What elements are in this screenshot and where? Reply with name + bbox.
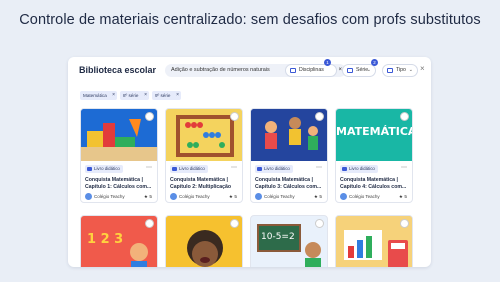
book-card[interactable]: 1 2 3 bbox=[80, 215, 158, 267]
star-icon: ★ bbox=[398, 194, 404, 199]
filter-serie[interactable]: Série ⌄ 2 bbox=[342, 59, 378, 77]
select-radio[interactable] bbox=[315, 219, 324, 228]
chevron-down-icon: ⌄ bbox=[366, 67, 371, 73]
filter-tipo-label: Tipo bbox=[396, 67, 406, 73]
school-name: Colégio Teachy bbox=[179, 194, 210, 199]
type-badge-label: Livro didático bbox=[349, 166, 375, 171]
filter-tag[interactable]: Matemática × bbox=[80, 91, 117, 100]
card-title-line2: Capítulo 1: Cálculos com... bbox=[85, 184, 152, 190]
book-icon bbox=[87, 167, 92, 171]
card-title-line2: Capítulo 2: Multiplicação bbox=[170, 184, 232, 190]
filter-tag[interactable]: 9º série × bbox=[152, 91, 181, 100]
school-logo-icon bbox=[340, 193, 347, 200]
type-badge: Livro didático bbox=[255, 165, 293, 173]
book-cover-image bbox=[251, 109, 327, 161]
type-badge-label: Livro didático bbox=[94, 166, 120, 171]
book-card[interactable]: Livro didático ⋯ Conquista Matemática | … bbox=[80, 108, 158, 203]
type-badge-label: Livro didático bbox=[179, 166, 205, 171]
filter-tag-label: Matemática bbox=[83, 93, 107, 98]
search-chip-label: Adição e subtração de números naturais bbox=[171, 67, 270, 73]
book-card[interactable]: 10-5=2 bbox=[250, 215, 328, 267]
rating-value: 5 bbox=[319, 194, 322, 199]
rating-value: 5 bbox=[234, 194, 237, 199]
rating: ★ 5 bbox=[399, 194, 407, 200]
book-card[interactable] bbox=[165, 215, 243, 267]
select-radio[interactable] bbox=[230, 219, 239, 228]
type-badge-label: Livro didático bbox=[264, 166, 290, 171]
school-logo-icon bbox=[255, 193, 262, 200]
book-icon bbox=[172, 167, 177, 171]
filter-tag-label: 9º série bbox=[155, 93, 171, 98]
rating-value: 5 bbox=[404, 194, 407, 199]
headline: Controle de materiais centralizado: sem … bbox=[19, 12, 481, 28]
book-icon bbox=[342, 167, 347, 171]
star-icon: ★ bbox=[313, 194, 319, 199]
select-radio[interactable] bbox=[315, 112, 324, 121]
tag-close-icon[interactable]: × bbox=[144, 91, 147, 100]
card-title-line1: Conquista Matemática | bbox=[340, 177, 398, 183]
filter-disciplinas-label: Disciplinas bbox=[299, 67, 324, 73]
star-icon: ★ bbox=[228, 194, 234, 199]
school-name: Colégio Teachy bbox=[264, 194, 295, 199]
card-title-line2: Capítulo 3: Cálculos com... bbox=[255, 184, 322, 190]
book-card[interactable] bbox=[335, 215, 413, 267]
toolbar: Biblioteca escolar Adição e subtração de… bbox=[68, 57, 431, 83]
grade-icon bbox=[347, 68, 353, 73]
more-dots-icon[interactable]: ⋯ bbox=[146, 164, 152, 171]
cover-title-text: MATEMÁTICA bbox=[336, 125, 413, 138]
school-logo-icon bbox=[170, 193, 177, 200]
book-card[interactable]: Livro didático ⋯ Conquista Matemática | … bbox=[165, 108, 243, 203]
book-cover-image: MATEMÁTICA bbox=[336, 109, 412, 161]
discipline-icon bbox=[290, 68, 296, 73]
card-title-line1: Conquista Matemática | bbox=[255, 177, 313, 183]
select-radio[interactable] bbox=[145, 112, 154, 121]
filter-tipo[interactable]: Tipo ⌄ bbox=[382, 64, 418, 77]
filter-tag[interactable]: 8º série × bbox=[120, 91, 149, 100]
chevron-down-icon: ⌄ bbox=[408, 67, 413, 73]
type-badge: Livro didático bbox=[170, 165, 208, 173]
school-name: Colégio Teachy bbox=[349, 194, 380, 199]
tag-close-icon[interactable]: × bbox=[176, 91, 179, 100]
more-dots-icon[interactable]: ⋯ bbox=[401, 164, 407, 171]
card-title-line1: Conquista Matemática | bbox=[85, 177, 143, 183]
rating: ★ 5 bbox=[229, 194, 237, 200]
select-radio[interactable] bbox=[145, 219, 154, 228]
close-icon[interactable]: × bbox=[420, 64, 425, 73]
type-icon bbox=[387, 68, 393, 73]
school-name: Colégio Teachy bbox=[94, 194, 125, 199]
school-logo-icon bbox=[85, 193, 92, 200]
filter-count-badge: 1 bbox=[324, 59, 331, 66]
rating: ★ 5 bbox=[144, 194, 152, 200]
more-dots-icon[interactable]: ⋯ bbox=[316, 164, 322, 171]
book-card[interactable]: Livro didático ⋯ Conquista Matemática | … bbox=[250, 108, 328, 203]
filter-count-badge: 2 bbox=[371, 59, 378, 66]
select-radio[interactable] bbox=[400, 219, 409, 228]
type-badge: Livro didático bbox=[85, 165, 123, 173]
card-title-line2: Capítulo 4: Cálculos com... bbox=[340, 184, 407, 190]
card-title-line1: Conquista Matemática | bbox=[170, 177, 228, 183]
filter-disciplinas[interactable]: Disciplinas 1 bbox=[285, 59, 337, 77]
book-icon bbox=[257, 167, 262, 171]
library-panel: Biblioteca escolar Adição e subtração de… bbox=[68, 57, 431, 267]
page-title: Biblioteca escolar bbox=[79, 65, 157, 75]
type-badge: Livro didático bbox=[340, 165, 378, 173]
book-cover-image bbox=[81, 109, 157, 161]
filter-tag-label: 8º série bbox=[123, 93, 139, 98]
rating: ★ 5 bbox=[314, 194, 322, 200]
tag-close-icon[interactable]: × bbox=[112, 91, 115, 100]
rating-value: 5 bbox=[149, 194, 152, 199]
more-dots-icon[interactable]: ⋯ bbox=[231, 164, 237, 171]
select-radio[interactable] bbox=[230, 112, 239, 121]
select-radio[interactable] bbox=[400, 112, 409, 121]
book-cover-image bbox=[166, 109, 242, 161]
book-card[interactable]: MATEMÁTICA Livro didático ⋯ Conquista Ma… bbox=[335, 108, 413, 203]
star-icon: ★ bbox=[143, 194, 149, 199]
